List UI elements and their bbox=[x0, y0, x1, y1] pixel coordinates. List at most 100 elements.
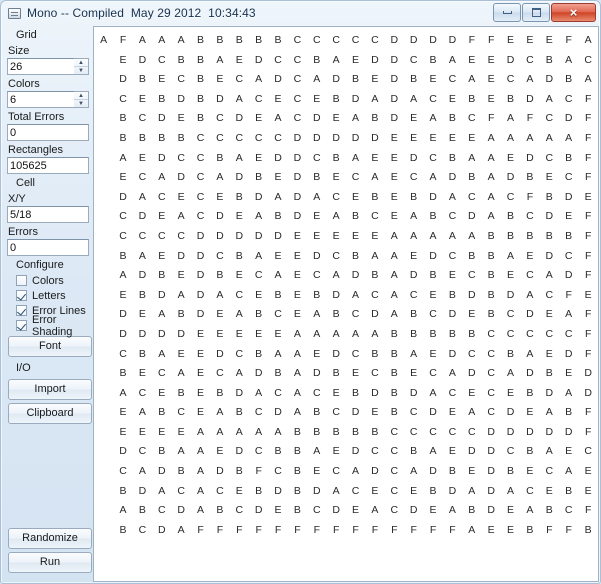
grid-cell[interactable]: C bbox=[365, 442, 384, 462]
grid-cell[interactable]: E bbox=[559, 207, 578, 227]
grid-cell[interactable]: E bbox=[210, 305, 229, 325]
grid-cell[interactable]: A bbox=[365, 501, 384, 521]
grid-cell[interactable] bbox=[94, 423, 113, 443]
checkbox-row-error-shading[interactable]: Error Shading bbox=[7, 314, 89, 338]
grid-cell[interactable]: C bbox=[346, 305, 365, 325]
grid-cell[interactable]: A bbox=[423, 109, 442, 129]
grid-cell[interactable]: D bbox=[172, 168, 191, 188]
grid-cell[interactable]: A bbox=[346, 286, 365, 306]
grid-cell[interactable]: D bbox=[210, 90, 229, 110]
grid-cell[interactable]: B bbox=[482, 247, 501, 267]
grid-cell[interactable]: A bbox=[230, 149, 249, 169]
grid-cell[interactable]: F bbox=[385, 521, 404, 541]
grid-cell[interactable]: E bbox=[152, 247, 171, 267]
grid-cell[interactable] bbox=[94, 286, 113, 306]
grid-cell[interactable]: D bbox=[423, 247, 442, 267]
grid-cell[interactable]: C bbox=[482, 384, 501, 404]
grid-cell[interactable]: E bbox=[423, 286, 442, 306]
grid-cell[interactable]: B bbox=[520, 227, 539, 247]
grid-cell[interactable]: B bbox=[559, 482, 578, 502]
grid-cell[interactable]: C bbox=[133, 168, 152, 188]
grid-cell[interactable]: B bbox=[443, 286, 462, 306]
grid-cell[interactable]: D bbox=[540, 384, 559, 404]
grid-cell[interactable]: C bbox=[423, 305, 442, 325]
grid-cell[interactable]: F bbox=[423, 521, 442, 541]
grid-cell[interactable]: E bbox=[501, 521, 520, 541]
grid-cell[interactable]: E bbox=[230, 266, 249, 286]
grid-cell[interactable]: C bbox=[385, 482, 404, 502]
grid-cell[interactable]: C bbox=[559, 247, 578, 267]
grid-cell[interactable]: E bbox=[172, 109, 191, 129]
grid-cell[interactable]: E bbox=[443, 90, 462, 110]
grid-cell[interactable]: B bbox=[404, 325, 423, 345]
grid-cell[interactable]: A bbox=[462, 403, 481, 423]
grid-cell[interactable]: C bbox=[578, 442, 598, 462]
grid-cell[interactable]: B bbox=[501, 227, 520, 247]
grid-cell[interactable]: B bbox=[172, 305, 191, 325]
grid-cell[interactable]: A bbox=[559, 305, 578, 325]
grid-cell[interactable]: E bbox=[327, 227, 346, 247]
grid-cell[interactable]: E bbox=[249, 149, 268, 169]
grid-cell[interactable]: C bbox=[191, 149, 210, 169]
grid-cell[interactable]: B bbox=[540, 227, 559, 247]
grid-cell[interactable] bbox=[94, 51, 113, 71]
grid-cell[interactable]: A bbox=[268, 188, 287, 208]
grid-cell[interactable]: B bbox=[501, 90, 520, 110]
grid-cell[interactable]: C bbox=[152, 188, 171, 208]
grid-cell[interactable]: E bbox=[268, 501, 287, 521]
grid-cell[interactable]: B bbox=[423, 51, 442, 71]
grid-cell[interactable]: B bbox=[133, 501, 152, 521]
grid-cell[interactable]: B bbox=[133, 129, 152, 149]
grid-cell[interactable] bbox=[94, 129, 113, 149]
grid-cell[interactable]: A bbox=[482, 168, 501, 188]
grid-cell[interactable]: B bbox=[462, 325, 481, 345]
grid-cell[interactable]: A bbox=[365, 90, 384, 110]
grid-cell[interactable]: B bbox=[385, 384, 404, 404]
grid-cell[interactable]: D bbox=[578, 364, 598, 384]
grid-cell[interactable]: C bbox=[385, 442, 404, 462]
grid-cell[interactable]: A bbox=[423, 168, 442, 188]
grid-cell[interactable]: C bbox=[482, 325, 501, 345]
grid-cell[interactable]: D bbox=[443, 31, 462, 51]
grid-cell[interactable]: D bbox=[172, 90, 191, 110]
grid-cell[interactable]: D bbox=[288, 188, 307, 208]
grid-cell[interactable]: C bbox=[249, 90, 268, 110]
grid-cell[interactable]: A bbox=[443, 364, 462, 384]
grid-cell[interactable]: C bbox=[210, 129, 229, 149]
grid-cell[interactable]: D bbox=[327, 501, 346, 521]
grid-cell[interactable]: A bbox=[423, 227, 442, 247]
grid-cell[interactable]: A bbox=[268, 109, 287, 129]
grid-cell[interactable]: D bbox=[230, 384, 249, 404]
grid-cell[interactable]: D bbox=[230, 109, 249, 129]
randomize-button[interactable]: Randomize bbox=[8, 528, 92, 549]
grid-cell[interactable]: F bbox=[578, 423, 598, 443]
grid-cell[interactable]: B bbox=[443, 109, 462, 129]
grid-cell[interactable]: B bbox=[268, 207, 287, 227]
grid-cell[interactable]: B bbox=[520, 384, 539, 404]
grid-cell[interactable]: E bbox=[230, 482, 249, 502]
grid-cell[interactable]: A bbox=[133, 31, 152, 51]
grid-cell[interactable]: E bbox=[346, 501, 365, 521]
grid-cell[interactable]: E bbox=[113, 51, 132, 71]
grid-cell[interactable]: D bbox=[404, 31, 423, 51]
grid-cell[interactable]: B bbox=[113, 247, 132, 267]
grid-cell[interactable]: C bbox=[210, 364, 229, 384]
grid-cell[interactable]: C bbox=[443, 423, 462, 443]
grid-cell[interactable]: D bbox=[462, 442, 481, 462]
grid-cell[interactable]: A bbox=[520, 286, 539, 306]
grid-cell[interactable]: E bbox=[385, 207, 404, 227]
grid-cell[interactable]: C bbox=[288, 109, 307, 129]
grid-cell[interactable]: C bbox=[230, 129, 249, 149]
minimize-button[interactable] bbox=[493, 3, 521, 22]
grid-cell[interactable]: A bbox=[443, 501, 462, 521]
grid-cell[interactable]: A bbox=[540, 442, 559, 462]
run-button[interactable]: Run bbox=[8, 552, 92, 573]
grid-cell[interactable]: B bbox=[462, 501, 481, 521]
grid-cell[interactable]: D bbox=[559, 423, 578, 443]
grid-cell[interactable]: B bbox=[230, 403, 249, 423]
grid-cell[interactable]: A bbox=[462, 149, 481, 169]
grid-cell[interactable]: D bbox=[520, 90, 539, 110]
grid-cell[interactable]: A bbox=[501, 129, 520, 149]
grid-cell[interactable]: E bbox=[327, 442, 346, 462]
grid-cell[interactable]: D bbox=[307, 364, 326, 384]
